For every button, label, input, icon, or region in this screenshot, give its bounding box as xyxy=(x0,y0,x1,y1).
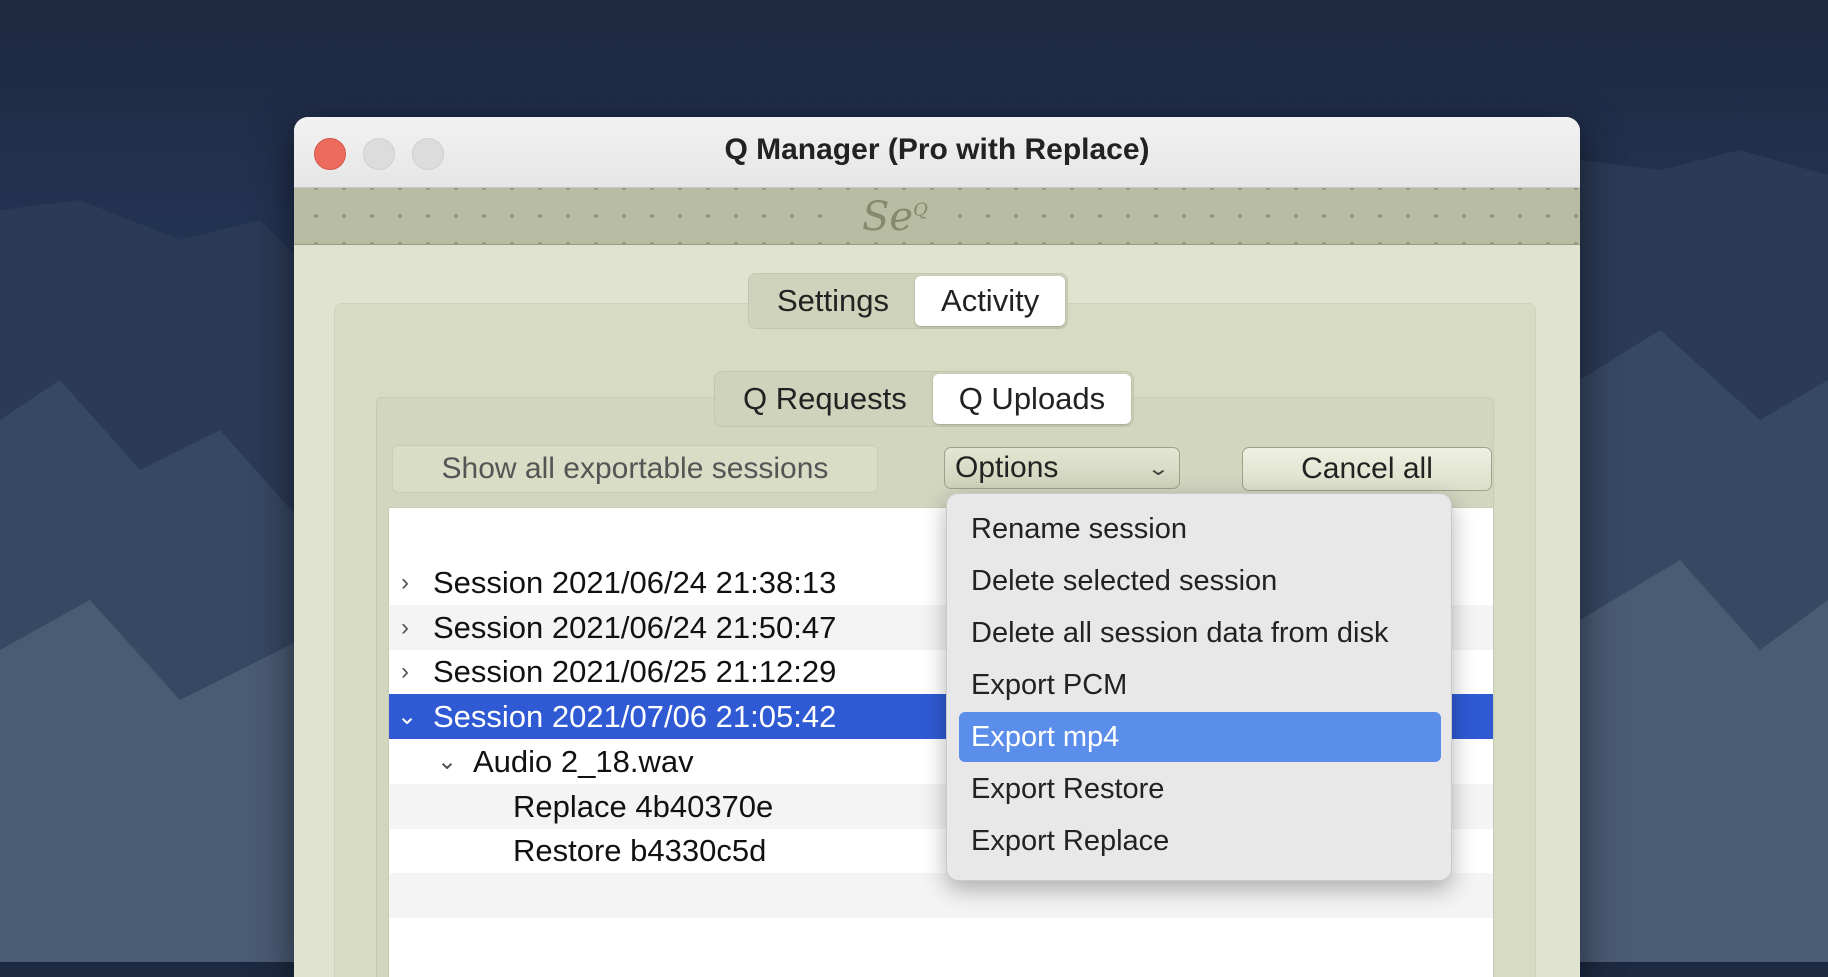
cancel-all-button[interactable]: Cancel all xyxy=(1242,447,1492,491)
session-label: Session 2021/07/06 21:05:42 xyxy=(433,698,837,734)
main-tab-control: Settings Activity xyxy=(748,273,1069,329)
options-label: Options xyxy=(955,451,1059,484)
menu-item-export-pcm[interactable]: Export PCM xyxy=(959,660,1441,710)
tab-activity[interactable]: Activity xyxy=(915,276,1066,326)
version-label: Replace 4b40370e xyxy=(513,788,774,824)
brand-banner: SeQ xyxy=(294,188,1580,245)
chevron-down-icon[interactable]: ⌄ xyxy=(437,747,457,776)
session-label: Session 2021/06/24 21:50:47 xyxy=(433,609,837,645)
chevron-right-icon[interactable]: › xyxy=(401,658,409,686)
window-title: Q Manager (Pro with Replace) xyxy=(724,133,1150,166)
session-label: Session 2021/06/24 21:38:13 xyxy=(433,564,837,600)
chevron-down-icon: ⌄ xyxy=(1146,458,1171,480)
menu-item-export-mp4[interactable]: Export mp4 xyxy=(959,712,1441,762)
app-logo: SeQ xyxy=(844,194,946,240)
file-label: Audio 2_18.wav xyxy=(473,743,694,779)
menu-item-delete-all-session-data[interactable]: Delete all session data from disk xyxy=(959,608,1441,658)
tab-settings[interactable]: Settings xyxy=(751,276,915,326)
menu-item-delete-selected-session[interactable]: Delete selected session xyxy=(959,556,1441,606)
title-bar[interactable]: Q Manager (Pro with Replace) xyxy=(294,117,1580,188)
session-label: Session 2021/06/25 21:12:29 xyxy=(433,653,837,689)
version-label: Restore b4330c5d xyxy=(513,832,767,868)
tab-q-requests[interactable]: Q Requests xyxy=(717,374,933,424)
chevron-down-icon[interactable]: ⌄ xyxy=(397,702,417,731)
chevron-right-icon[interactable]: › xyxy=(401,614,409,642)
menu-item-rename-session[interactable]: Rename session xyxy=(959,504,1441,554)
options-dropdown[interactable]: Options ⌄ xyxy=(944,447,1180,489)
show-all-exportable-sessions-button[interactable]: Show all exportable sessions xyxy=(392,445,878,493)
menu-item-export-replace[interactable]: Export Replace xyxy=(959,816,1441,866)
tab-q-uploads[interactable]: Q Uploads xyxy=(932,374,1132,424)
options-menu: Rename session Delete selected session D… xyxy=(946,493,1452,881)
chevron-right-icon[interactable]: › xyxy=(401,569,409,597)
menu-item-export-restore[interactable]: Export Restore xyxy=(959,764,1441,814)
q-manager-window: Q Manager (Pro with Replace) SeQ Setting… xyxy=(294,117,1580,977)
sub-tab-control: Q Requests Q Uploads xyxy=(714,371,1135,427)
